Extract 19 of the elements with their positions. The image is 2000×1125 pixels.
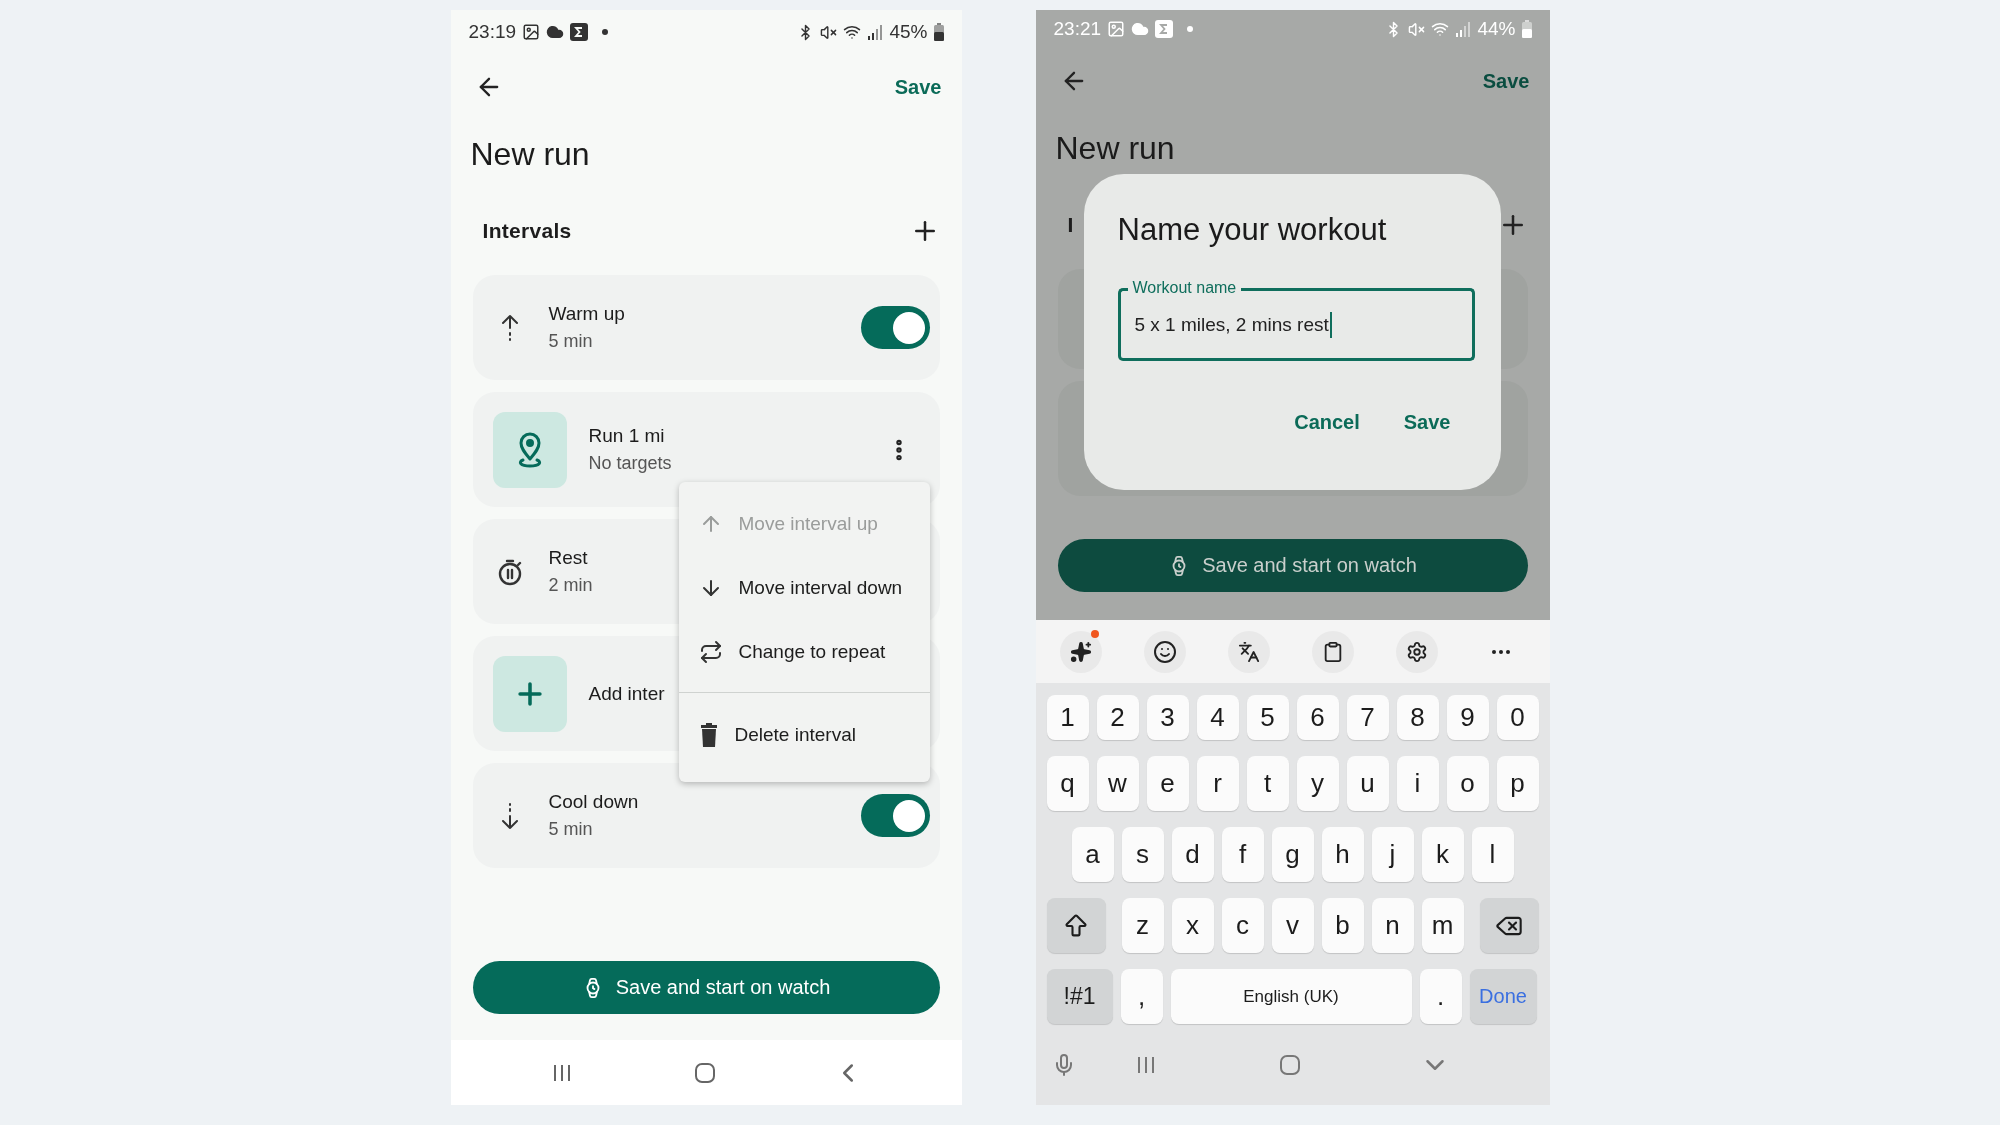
interval-duration: 2 min <box>548 575 593 596</box>
section-title: Intervals <box>482 219 572 243</box>
interval-duration: 5 min <box>548 819 593 840</box>
status-time: 23:19 <box>468 21 517 43</box>
page-title: New run <box>470 135 591 174</box>
section-title: I <box>1067 213 1074 237</box>
add-interval-label: Add inter <box>588 682 665 705</box>
page-title: New run <box>1055 129 1176 168</box>
interval-title: Run 1 mi <box>588 425 665 447</box>
interval-title: Warm up <box>548 303 625 325</box>
status-time: 23:21 <box>1053 18 1102 40</box>
interval-title: Rest <box>548 547 588 569</box>
interval-duration: 5 min <box>548 331 593 352</box>
battery-percent: 44% <box>1477 18 1516 40</box>
interval-title: Cool down <box>548 791 639 813</box>
interval-targets: No targets <box>588 453 672 474</box>
field-value: 5 x 1 miles, 2 mins rest <box>1134 313 1329 336</box>
dialog-title: Name your workout <box>1117 211 1388 249</box>
battery-percent: 45% <box>889 21 928 43</box>
